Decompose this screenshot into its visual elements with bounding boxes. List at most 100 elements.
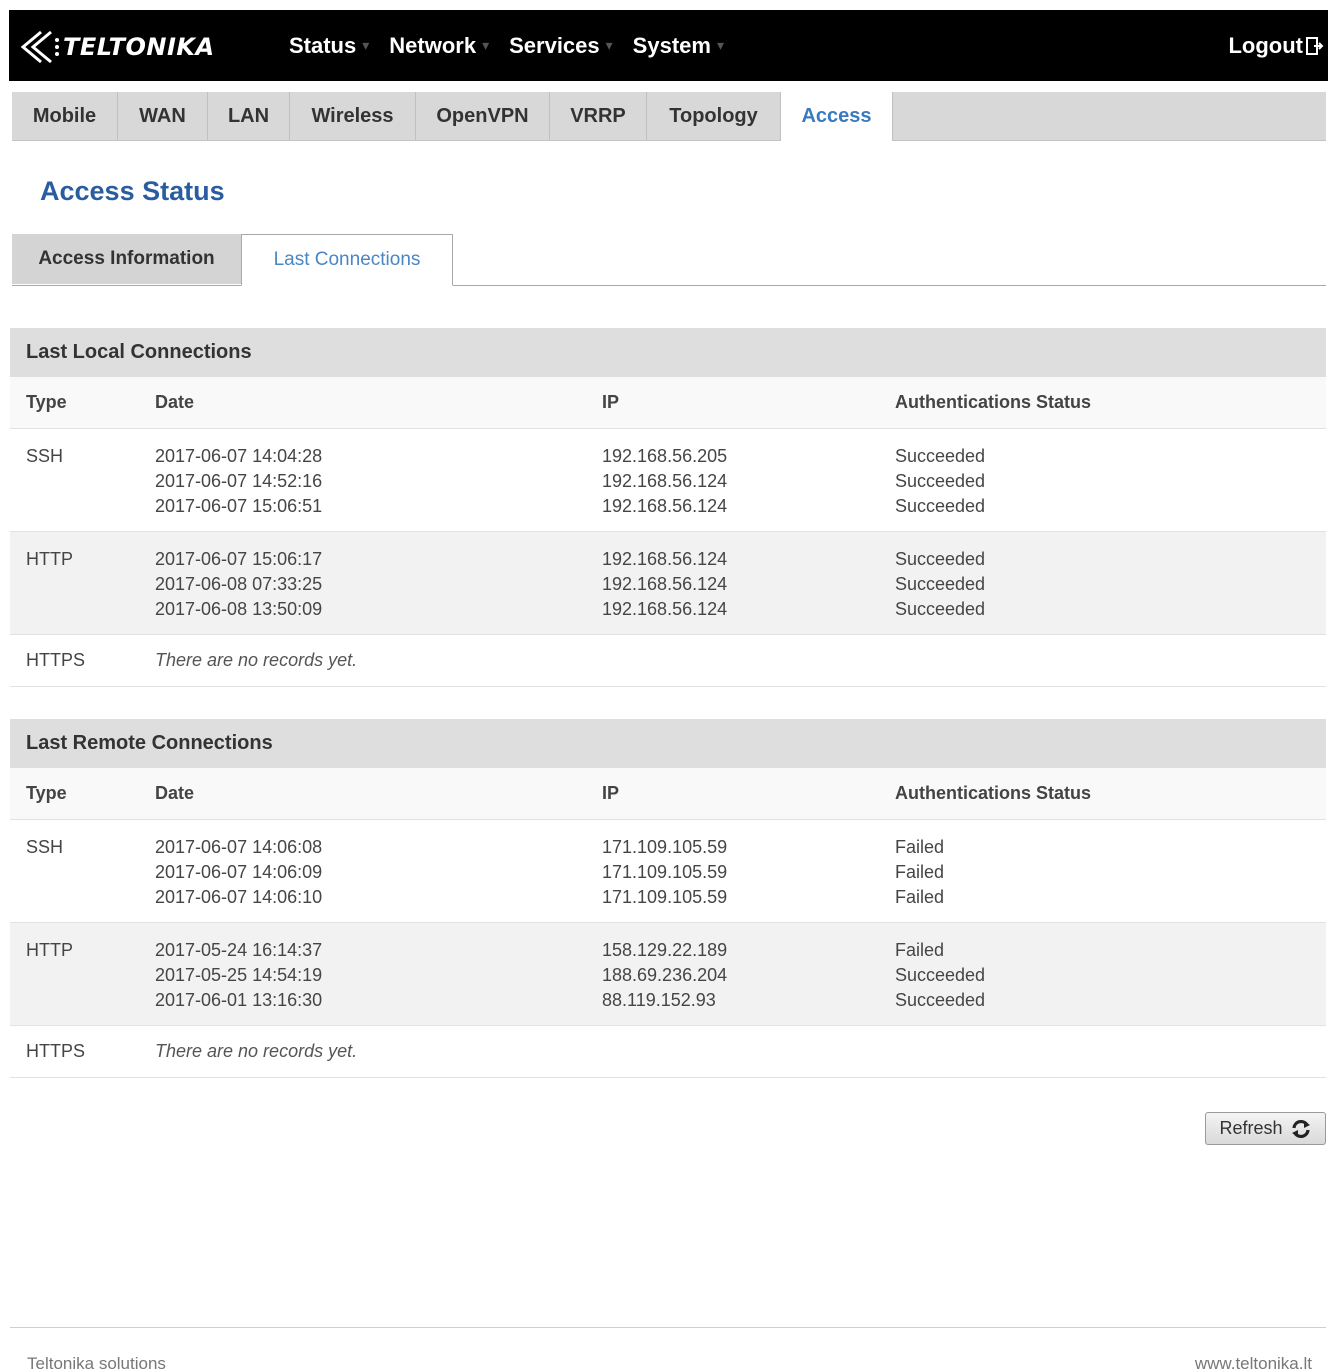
tab-lan[interactable]: LAN [208, 92, 290, 140]
ip-cell: 192.168.56.205 [602, 446, 728, 466]
table-row: HTTP 2017-06-07 15:06:17 2017-06-08 07:3… [10, 532, 1326, 635]
tab-last-connections[interactable]: Last Connections [241, 234, 453, 286]
caret-down-icon: ▾ [362, 37, 370, 53]
table-row: SSH 2017-06-07 14:06:08 2017-06-07 14:06… [10, 820, 1326, 923]
row-statuses: Succeeded Succeeded Succeeded [895, 547, 1326, 634]
caret-down-icon: ▾ [482, 37, 490, 53]
status-cell: Failed [895, 940, 945, 960]
row-statuses: Succeeded Succeeded Succeeded [895, 444, 1326, 531]
col-ip: IP [602, 783, 620, 803]
refresh-icon [1291, 1119, 1310, 1138]
status-cell: Succeeded [895, 599, 986, 619]
date-cell: 2017-05-24 16:14:37 [155, 940, 323, 960]
ip-cell: 192.168.56.124 [602, 574, 728, 594]
tab-wan[interactable]: WAN [118, 92, 208, 140]
tab-access-information[interactable]: Access Information [12, 234, 241, 284]
date-cell: 2017-05-25 14:54:19 [155, 965, 323, 985]
caret-down-icon: ▾ [605, 37, 613, 53]
status-cell: Failed [895, 887, 945, 907]
status-cell: Failed [895, 837, 945, 857]
refresh-label: Refresh [1219, 1118, 1283, 1138]
local-connections-table: Last Local Connections Type Date IP Auth… [10, 328, 1326, 687]
nav-services[interactable]: Services ▾ [509, 33, 613, 59]
status-cell: Succeeded [895, 965, 986, 985]
nav-status[interactable]: Status ▾ [289, 33, 369, 59]
table-header: Type Date IP Authentications Status [10, 768, 1326, 820]
no-records-text: There are no records yet. [155, 650, 358, 670]
row-type: HTTP [26, 549, 73, 569]
footer-company: Teltonika solutions [27, 1354, 166, 1371]
nav-system[interactable]: System ▾ [633, 33, 724, 59]
status-cell: Succeeded [895, 574, 986, 594]
remote-connections-table: Last Remote Connections Type Date IP Aut… [10, 719, 1326, 1078]
row-dates: 2017-05-24 16:14:37 2017-05-25 14:54:19 … [155, 938, 602, 1025]
row-ips: 192.168.56.124 192.168.56.124 192.168.56… [602, 547, 895, 634]
ip-cell: 171.109.105.59 [602, 862, 728, 882]
nav-status-label: Status [289, 32, 357, 58]
row-ips: 171.109.105.59 171.109.105.59 171.109.10… [602, 835, 895, 922]
footer-divider [10, 1327, 1326, 1328]
row-dates: 2017-06-07 14:06:08 2017-06-07 14:06:09 … [155, 835, 602, 922]
ip-cell: 88.119.152.93 [602, 990, 716, 1010]
date-cell: 2017-06-07 14:04:28 [155, 446, 323, 466]
ip-cell: 158.129.22.189 [602, 940, 728, 960]
nav-system-label: System [632, 32, 711, 58]
section-tabs: Access Information Last Connections [12, 234, 1326, 286]
ip-cell: 171.109.105.59 [602, 837, 728, 857]
refresh-button[interactable]: Refresh [1205, 1112, 1326, 1145]
status-cell: Succeeded [895, 471, 986, 491]
no-records-text: There are no records yet. [155, 1041, 358, 1061]
logout-icon [1306, 36, 1324, 55]
date-cell: 2017-06-07 14:52:16 [155, 471, 323, 491]
caret-down-icon: ▾ [716, 37, 724, 53]
ip-cell: 192.168.56.124 [602, 549, 728, 569]
network-subtabs: Mobile WAN LAN Wireless OpenVPN VRRP Top… [12, 92, 1326, 141]
logout-button[interactable]: Logout [1228, 10, 1324, 81]
ip-cell: 192.168.56.124 [602, 496, 728, 516]
row-ips: 158.129.22.189 188.69.236.204 88.119.152… [602, 938, 895, 1025]
tab-openvpn[interactable]: OpenVPN [416, 92, 550, 140]
status-cell: Succeeded [895, 496, 986, 516]
row-type: HTTPS [26, 1041, 86, 1061]
footer-website-link[interactable]: www.teltonika.lt [1195, 1354, 1312, 1371]
col-status: Authentications Status [895, 392, 1092, 412]
tab-mobile[interactable]: Mobile [12, 92, 118, 140]
row-type: SSH [26, 837, 64, 857]
tab-topology[interactable]: Topology [647, 92, 781, 140]
logout-label: Logout [1228, 32, 1303, 58]
teltonika-logo[interactable]: TELTONIKA [17, 30, 215, 64]
row-type: SSH [26, 446, 64, 466]
logo-icon [20, 30, 59, 64]
top-bar: TELTONIKA Status ▾ Network ▾ Services ▾ Sys… [9, 10, 1328, 81]
row-dates: 2017-06-07 14:04:28 2017-06-07 14:52:16 … [155, 444, 602, 531]
status-cell: Succeeded [895, 446, 986, 466]
nav-services-label: Services [509, 32, 600, 58]
tab-vrrp[interactable]: VRRP [550, 92, 647, 140]
row-statuses: Failed Failed Failed [895, 835, 1326, 922]
nav-network[interactable]: Network ▾ [389, 33, 489, 59]
local-connections-title: Last Local Connections [10, 328, 1326, 377]
row-statuses: Failed Succeeded Succeeded [895, 938, 1326, 1025]
ip-cell: 192.168.56.124 [602, 471, 728, 491]
col-date: Date [155, 783, 195, 803]
date-cell: 2017-06-07 14:06:08 [155, 837, 323, 857]
row-type: HTTP [26, 940, 73, 960]
row-dates: 2017-06-07 15:06:17 2017-06-08 07:33:25 … [155, 547, 602, 634]
row-type: HTTPS [26, 650, 86, 670]
table-row: HTTPS There are no records yet. [10, 1026, 1326, 1078]
col-ip: IP [602, 392, 620, 412]
status-cell: Succeeded [895, 990, 986, 1010]
page-title: Access Status [40, 176, 225, 206]
status-cell: Failed [895, 862, 945, 882]
tab-access[interactable]: Access [781, 92, 893, 141]
date-cell: 2017-06-07 14:06:10 [155, 887, 323, 907]
status-cell: Succeeded [895, 549, 986, 569]
date-cell: 2017-06-07 15:06:17 [155, 549, 323, 569]
date-cell: 2017-06-01 13:16:30 [155, 990, 323, 1010]
table-row: HTTP 2017-05-24 16:14:37 2017-05-25 14:5… [10, 923, 1326, 1026]
col-type: Type [26, 783, 67, 803]
table-row: SSH 2017-06-07 14:04:28 2017-06-07 14:52… [10, 429, 1326, 532]
remote-connections-title: Last Remote Connections [10, 719, 1326, 768]
row-ips: 192.168.56.205 192.168.56.124 192.168.56… [602, 444, 895, 531]
tab-wireless[interactable]: Wireless [290, 92, 416, 140]
